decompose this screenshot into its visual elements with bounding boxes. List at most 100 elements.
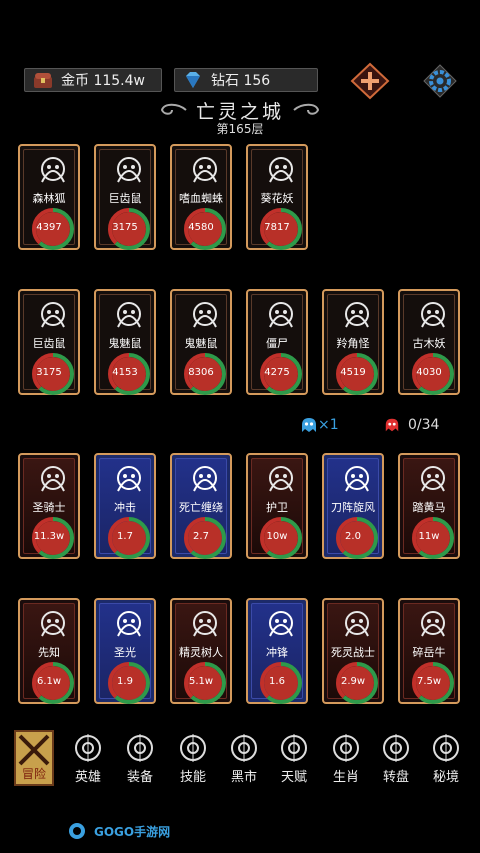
hero-card[interactable]: 刀阵旋风 2.0 bbox=[322, 453, 384, 559]
hero-card[interactable]: 护卫 10w bbox=[246, 453, 308, 559]
card-value: 2.9w bbox=[340, 676, 366, 687]
paladin-icon bbox=[28, 463, 78, 497]
nav-item[interactable]: 黑市 bbox=[222, 730, 266, 786]
card-frame: 刀阵旋风 2.0 bbox=[327, 458, 379, 559]
rat-icon bbox=[28, 299, 78, 333]
card-name: 刀阵旋风 bbox=[331, 501, 375, 514]
card-value: 3175 bbox=[112, 222, 138, 233]
card-value: 10w bbox=[266, 531, 288, 542]
hero-card[interactable]: 精灵树人 5.1w bbox=[170, 598, 232, 704]
skill-icon bbox=[176, 732, 210, 764]
enemy-card[interactable]: 僵尸 4275 bbox=[246, 289, 308, 395]
add-button[interactable] bbox=[350, 62, 390, 100]
diamond-icon bbox=[181, 69, 205, 91]
hero-card[interactable]: 冲击 1.7 bbox=[94, 453, 156, 559]
card-name: 僵尸 bbox=[266, 337, 288, 350]
nav-item[interactable]: 英雄 bbox=[66, 730, 110, 786]
card-name: 精灵树人 bbox=[179, 646, 223, 659]
card-name: 嗜血蜘蛛 bbox=[179, 192, 223, 205]
hero-card[interactable]: 踏黄马 11w bbox=[398, 453, 460, 559]
undead-warrior-icon bbox=[332, 608, 382, 642]
hero-card[interactable]: 死亡缠绕 2.7 bbox=[170, 453, 232, 559]
enemy-card[interactable]: 鬼魅鼠 4153 bbox=[94, 289, 156, 395]
hero-icon bbox=[71, 732, 105, 764]
impact-icon bbox=[104, 463, 154, 497]
nav-item[interactable]: 秘境 bbox=[424, 730, 468, 786]
watermark-logo-icon bbox=[69, 823, 85, 839]
nav-item[interactable]: 技能 bbox=[171, 730, 215, 786]
card-name: 护卫 bbox=[266, 501, 288, 514]
watermark: GOGO手游网 bbox=[68, 820, 170, 842]
spider-icon bbox=[180, 154, 230, 188]
card-frame: 巨齿鼠 3175 bbox=[99, 149, 154, 250]
nav-adventure-button[interactable]: 冒险 bbox=[14, 730, 54, 786]
card-value: 3175 bbox=[36, 367, 62, 378]
card-name: 死灵战士 bbox=[331, 646, 375, 659]
hero-card[interactable]: 先知 6.1w bbox=[18, 598, 80, 704]
card-value: 1.6 bbox=[269, 676, 285, 687]
card-value: 2.7 bbox=[193, 531, 209, 542]
card-name: 巨齿鼠 bbox=[32, 337, 66, 350]
card-frame: 鬼魅鼠 8306 bbox=[175, 294, 230, 395]
zodiac-icon bbox=[329, 732, 363, 764]
enemy-card[interactable]: 葵花妖 7817 bbox=[246, 144, 308, 250]
settings-gear-icon[interactable] bbox=[422, 64, 458, 98]
prophet-icon bbox=[28, 608, 78, 642]
ghost-rat-icon bbox=[104, 299, 154, 333]
antelope-icon bbox=[332, 299, 382, 333]
level-title: 亡灵之城 bbox=[0, 98, 480, 123]
hero-card[interactable]: 冲锋 1.6 bbox=[246, 598, 308, 704]
card-value: 7.5w bbox=[416, 676, 442, 687]
card-frame: 圣骑士 11.3w bbox=[23, 458, 78, 559]
nav-item[interactable]: 装备 bbox=[118, 730, 162, 786]
enemy-card[interactable]: 巨齿鼠 3175 bbox=[94, 144, 156, 250]
bottom-nav: 冒险 英雄 装备 技能 黑市 天赋 生肖 转盘 秘境 bbox=[14, 730, 474, 786]
card-name: 羚角怪 bbox=[336, 337, 370, 350]
card-frame: 葵花妖 7817 bbox=[251, 149, 303, 250]
card-name: 冲击 bbox=[114, 501, 136, 514]
card-frame: 鬼魅鼠 4153 bbox=[99, 294, 154, 395]
nav-label: 技能 bbox=[179, 770, 206, 785]
hero-card[interactable]: 圣骑士 11.3w bbox=[18, 453, 80, 559]
card-value: 7817 bbox=[264, 222, 290, 233]
card-frame: 冲击 1.7 bbox=[99, 458, 154, 559]
card-frame: 碎岳牛 7.5w bbox=[403, 603, 458, 704]
hero-card[interactable]: 碎岳牛 7.5w bbox=[398, 598, 460, 704]
multiplier-value: ×1 bbox=[318, 417, 339, 433]
card-frame: 僵尸 4275 bbox=[251, 294, 303, 395]
card-frame: 死亡缠绕 2.7 bbox=[175, 458, 227, 559]
hero-card[interactable]: 圣光 1.9 bbox=[94, 598, 156, 704]
nav-item[interactable]: 生肖 bbox=[324, 730, 368, 786]
nav-item[interactable]: 天赋 bbox=[272, 730, 316, 786]
swirl-right-icon bbox=[293, 103, 320, 115]
enemy-card[interactable]: 古木妖 4030 bbox=[398, 289, 460, 395]
card-value: 2.0 bbox=[345, 531, 361, 542]
enemy-card[interactable]: 森林狐 4397 bbox=[18, 144, 80, 250]
nav-item[interactable]: 转盘 bbox=[374, 730, 418, 786]
hero-card[interactable]: 死灵战士 2.9w bbox=[322, 598, 384, 704]
enemy-card[interactable]: 巨齿鼠 3175 bbox=[18, 289, 80, 395]
nav-label: 冒险 bbox=[21, 767, 46, 781]
tree-talent-icon bbox=[277, 732, 311, 764]
enemy-card[interactable]: 嗜血蜘蛛 4580 bbox=[170, 144, 232, 250]
card-name: 圣光 bbox=[114, 646, 136, 659]
kill-value: 0/34 bbox=[408, 417, 440, 433]
rat-icon bbox=[104, 154, 154, 188]
floor-label: 第165层 bbox=[216, 122, 264, 136]
card-name: 冲锋 bbox=[266, 646, 288, 659]
card-frame: 冲锋 1.6 bbox=[251, 603, 303, 704]
red-ghost-icon bbox=[385, 418, 399, 432]
card-value: 11w bbox=[418, 531, 440, 542]
scales-icon bbox=[227, 732, 261, 764]
bull-icon bbox=[408, 608, 458, 642]
enemy-card[interactable]: 羚角怪 4519 bbox=[322, 289, 384, 395]
enemy-card[interactable]: 鬼魅鼠 8306 bbox=[170, 289, 232, 395]
blue-ghost-icon bbox=[302, 418, 316, 432]
nav-label: 生肖 bbox=[332, 770, 359, 785]
card-name: 古木妖 bbox=[412, 337, 446, 350]
nav-label: 天赋 bbox=[280, 770, 307, 785]
gold-counter: 金币 115.4w bbox=[24, 68, 162, 92]
ghost-rat-icon bbox=[180, 299, 230, 333]
card-frame: 圣光 1.9 bbox=[99, 603, 151, 704]
card-name: 鬼魅鼠 bbox=[108, 337, 142, 350]
